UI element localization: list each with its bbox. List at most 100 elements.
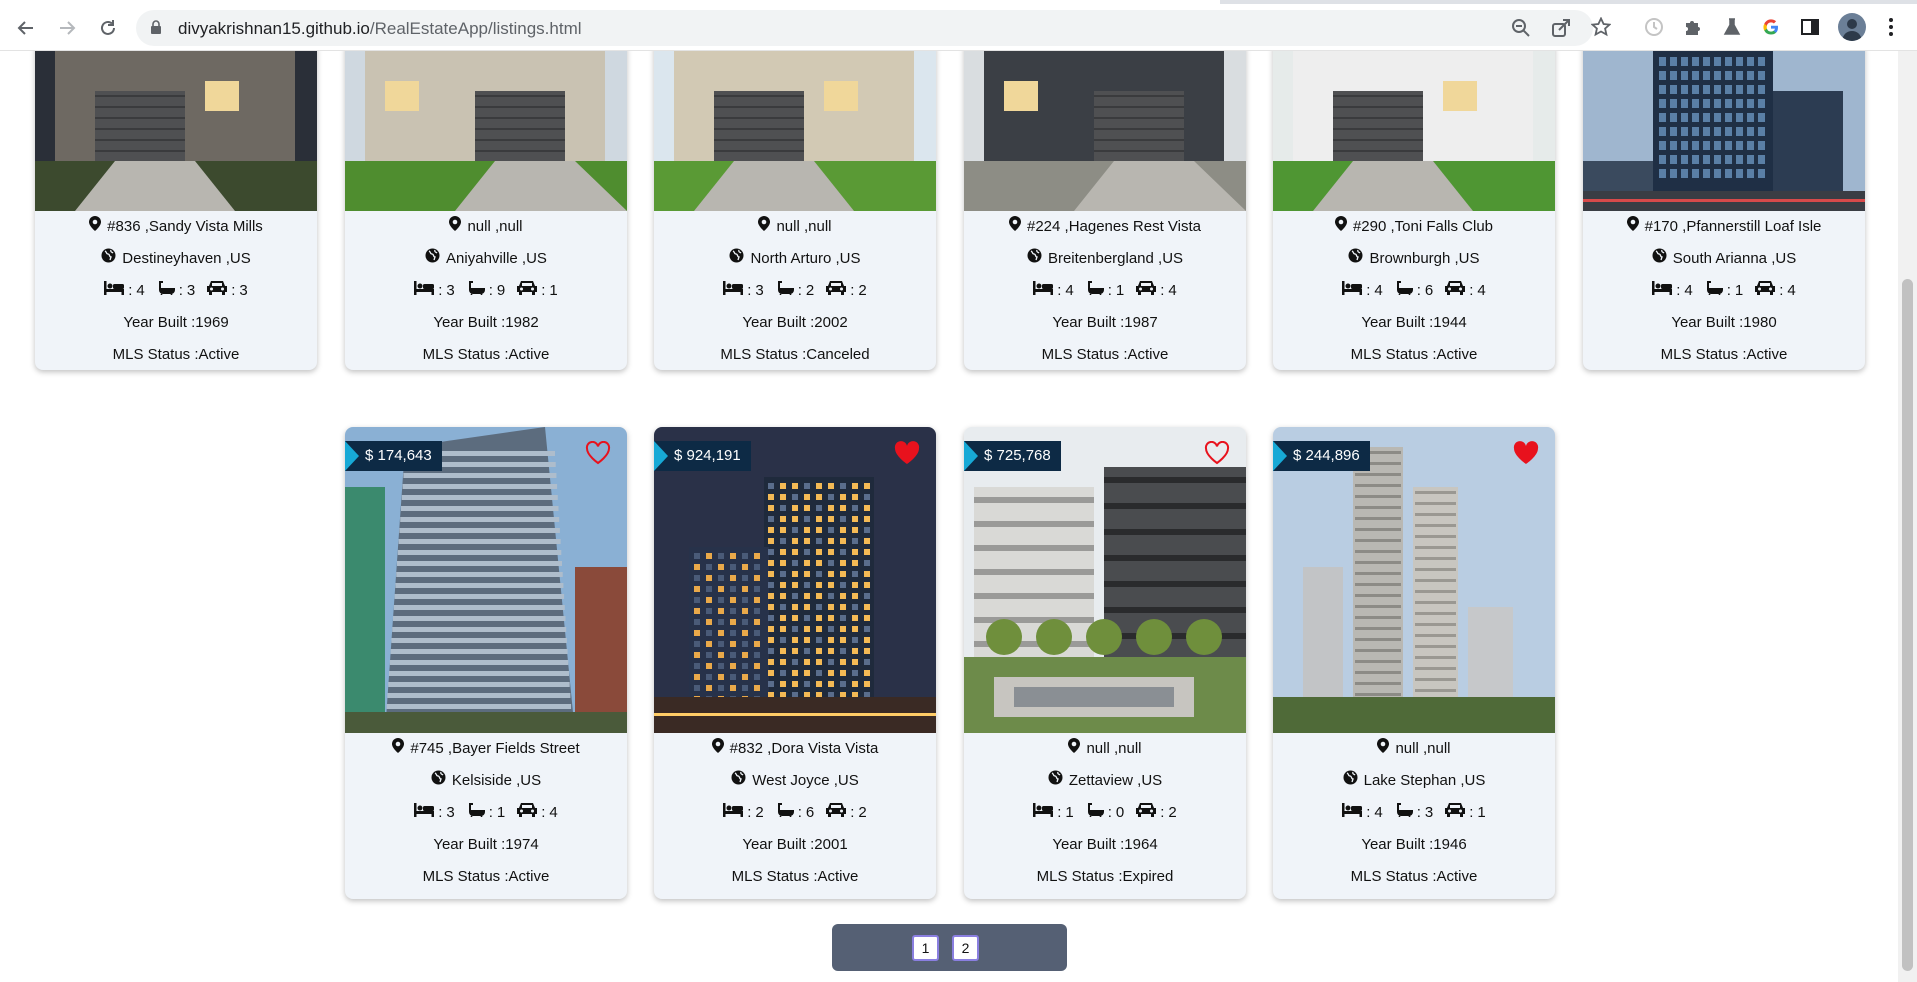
listing-info: #832 ,Dora Vista Vista West Joyce ,US :2… xyxy=(654,733,936,893)
listing-photo[interactable] xyxy=(345,51,627,211)
bookmark-star-icon[interactable] xyxy=(1590,16,1612,42)
beds-feature: :4 xyxy=(1652,275,1693,307)
beds-feature: :3 xyxy=(723,275,764,307)
city-line: North Arturo ,US xyxy=(654,243,936,275)
listing-card[interactable]: #224 ,Hagenes Rest Vista Breitenbergland… xyxy=(964,51,1246,370)
listing-price: $ 725,768 xyxy=(984,447,1051,464)
page-2-button[interactable]: 2 xyxy=(952,935,979,961)
listing-card[interactable]: #170 ,Pfannerstill Loaf Isle South Arian… xyxy=(1583,51,1865,370)
parking-feature: :1 xyxy=(517,275,558,307)
heart-filled-icon[interactable] xyxy=(894,441,920,465)
listing-photo[interactable] xyxy=(964,51,1246,211)
scrollbar-thumb[interactable] xyxy=(1902,279,1913,971)
listing-card[interactable]: $ 725,768 null ,null Zettaview ,US :1 :0… xyxy=(964,427,1246,899)
parking-feature: :1 xyxy=(1445,797,1486,829)
car-icon xyxy=(1136,797,1157,829)
globe-icon xyxy=(1048,765,1063,797)
beds-count: 1 xyxy=(1065,804,1074,821)
year-built: Year Built :1987 xyxy=(1052,314,1158,331)
listing-photo[interactable]: $ 725,768 xyxy=(964,427,1246,733)
address-bar[interactable]: divyakrishnan15.github.io/RealEstateApp/… xyxy=(136,10,1612,46)
city-line: Lake Stephan ,US xyxy=(1273,765,1555,797)
baths-count: 9 xyxy=(496,282,506,299)
listing-photo[interactable]: $ 174,643 xyxy=(345,427,627,733)
listing-card[interactable]: $ 244,896 null ,null Lake Stephan ,US :4… xyxy=(1273,427,1555,899)
listing-photo[interactable]: $ 244,896 xyxy=(1273,427,1555,733)
features-line: :2 :6 :2 xyxy=(654,797,936,829)
beds-feature: :4 xyxy=(104,275,145,307)
listing-address: #832 ,Dora Vista Vista xyxy=(729,740,879,757)
share-icon[interactable] xyxy=(1551,18,1571,43)
year-built: Year Built :1974 xyxy=(433,836,539,853)
heart-filled-icon[interactable] xyxy=(1513,441,1539,465)
listing-card[interactable]: #836 ,Sandy Vista Mills Destineyhaven ,U… xyxy=(35,51,317,370)
listing-card[interactable]: $ 174,643 #745 ,Bayer Fields Street Kels… xyxy=(345,427,627,899)
baths-feature: :3 xyxy=(157,275,195,307)
bed-icon xyxy=(1033,797,1054,829)
bath-icon xyxy=(1705,275,1723,307)
url-text: divyakrishnan15.github.io/RealEstateApp/… xyxy=(178,19,582,39)
labs-flask-icon[interactable] xyxy=(1719,14,1745,40)
beds-count: 2 xyxy=(755,804,764,821)
baths-count: 2 xyxy=(805,282,815,299)
bath-icon xyxy=(1086,275,1104,307)
google-icon[interactable] xyxy=(1758,14,1784,40)
listing-city: Zettaview ,US xyxy=(1068,772,1163,789)
year-built: Year Built :1946 xyxy=(1361,836,1467,853)
baths-count: 1 xyxy=(1115,282,1125,299)
kebab-menu-icon[interactable] xyxy=(1878,14,1904,40)
bed-icon xyxy=(723,797,744,829)
heart-outline-icon[interactable] xyxy=(1204,440,1230,465)
city-line: Destineyhaven ,US xyxy=(35,243,317,275)
listing-price: $ 244,896 xyxy=(1293,447,1360,464)
listing-address: #224 ,Hagenes Rest Vista xyxy=(1026,218,1201,235)
page-1-button[interactable]: 1 xyxy=(912,935,939,961)
listing-card[interactable]: $ 924,191 #832 ,Dora Vista Vista West Jo… xyxy=(654,427,936,899)
reload-button-icon[interactable] xyxy=(94,14,122,42)
back-button-icon[interactable] xyxy=(12,14,40,42)
profile-avatar[interactable] xyxy=(1838,13,1866,41)
bed-icon xyxy=(414,275,435,307)
baths-count: 1 xyxy=(496,804,506,821)
parking-feature: :2 xyxy=(826,797,867,829)
beds-feature: :2 xyxy=(723,797,764,829)
side-panel-icon[interactable] xyxy=(1797,14,1823,40)
globe-icon xyxy=(431,765,446,797)
listing-city: Destineyhaven ,US xyxy=(122,250,251,267)
listing-address: null ,null xyxy=(776,218,832,235)
beds-count: 4 xyxy=(136,282,145,299)
listing-card[interactable]: null ,null Aniyahville ,US :3 :9 :1 Year… xyxy=(345,51,627,370)
zoom-icon[interactable] xyxy=(1511,18,1531,43)
extensions-puzzle-icon[interactable] xyxy=(1680,14,1706,40)
year-built: Year Built :1944 xyxy=(1361,314,1467,331)
listing-photo[interactable] xyxy=(1273,51,1555,211)
extension-clock-icon[interactable] xyxy=(1641,14,1667,40)
listing-card[interactable]: #290 ,Toni Falls Club Brownburgh ,US :4 … xyxy=(1273,51,1555,370)
bed-icon xyxy=(104,275,125,307)
page-scrollbar[interactable] xyxy=(1898,51,1917,982)
listing-address: #290 ,Toni Falls Club xyxy=(1352,218,1494,235)
listing-photo[interactable] xyxy=(1583,51,1865,211)
listing-photo[interactable]: $ 924,191 xyxy=(654,427,936,733)
address-line: null ,null xyxy=(345,211,627,243)
globe-icon xyxy=(1027,243,1042,275)
mls-status: MLS Status :Active xyxy=(422,346,550,363)
parking-count: 4 xyxy=(549,804,558,821)
parking-count: 2 xyxy=(858,804,867,821)
map-pin-icon xyxy=(1334,211,1347,243)
forward-button-icon[interactable] xyxy=(53,14,81,42)
listings-page: #836 ,Sandy Vista Mills Destineyhaven ,U… xyxy=(0,51,1898,982)
listing-photo[interactable] xyxy=(654,51,936,211)
lock-icon xyxy=(151,20,161,34)
address-line: #836 ,Sandy Vista Mills xyxy=(35,211,317,243)
map-pin-icon xyxy=(89,211,102,243)
listing-city: South Arianna ,US xyxy=(1672,250,1797,267)
address-line: #745 ,Bayer Fields Street xyxy=(345,733,627,765)
address-line: null ,null xyxy=(654,211,936,243)
features-line: :3 :9 :1 xyxy=(345,275,627,307)
listing-photo[interactable] xyxy=(35,51,317,211)
listing-city: Kelsiside ,US xyxy=(451,772,542,789)
listing-card[interactable]: null ,null North Arturo ,US :3 :2 :2 Yea… xyxy=(654,51,936,370)
bed-icon xyxy=(1652,275,1673,307)
heart-outline-icon[interactable] xyxy=(585,440,611,465)
